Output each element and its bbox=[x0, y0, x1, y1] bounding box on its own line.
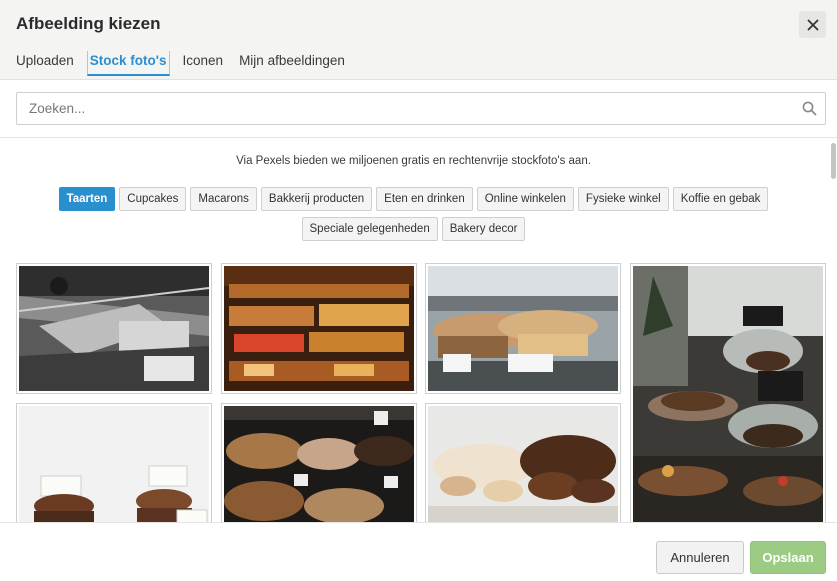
stock-photo[interactable] bbox=[425, 403, 621, 522]
category-eten-en-drinken[interactable]: Eten en drinken bbox=[376, 187, 473, 211]
photo-image bbox=[224, 266, 414, 391]
category-macarons[interactable]: Macarons bbox=[190, 187, 257, 211]
category-taarten[interactable]: Taarten bbox=[58, 187, 116, 211]
category-filters: Taarten Cupcakes Macarons Bakkerij produ… bbox=[0, 187, 827, 241]
tab-mijn-afbeeldingen[interactable]: Mijn afbeeldingen bbox=[239, 51, 345, 76]
photo-image bbox=[633, 266, 823, 522]
intro-text: Via Pexels bieden we miljoenen gratis en… bbox=[236, 155, 591, 167]
search-icon[interactable] bbox=[802, 101, 817, 116]
dialog-header: Afbeelding kiezen Uploaden Stock foto's … bbox=[0, 0, 837, 80]
stock-photo[interactable] bbox=[425, 263, 621, 394]
tab-stock-fotos[interactable]: Stock foto's bbox=[86, 51, 170, 76]
stock-photo[interactable] bbox=[630, 263, 826, 522]
close-icon bbox=[807, 19, 818, 30]
photo-image bbox=[224, 406, 414, 522]
tab-iconen[interactable]: Iconen bbox=[183, 51, 224, 76]
dialog-title: Afbeelding kiezen bbox=[16, 14, 161, 33]
category-bakery-decor[interactable]: Bakery decor bbox=[441, 217, 526, 241]
photo-grid bbox=[16, 263, 826, 522]
photo-image bbox=[19, 406, 209, 522]
category-fysieke-winkel[interactable]: Fysieke winkel bbox=[577, 187, 669, 211]
category-bakkerij-producten[interactable]: Bakkerij producten bbox=[260, 187, 373, 211]
stock-photo[interactable] bbox=[16, 403, 212, 522]
search-input[interactable] bbox=[17, 93, 777, 124]
stock-photo-panel: Via Pexels bieden we miljoenen gratis en… bbox=[0, 139, 837, 522]
category-koffie-en-gebak[interactable]: Koffie en gebak bbox=[672, 187, 769, 211]
search-box bbox=[16, 92, 826, 125]
tab-uploaden[interactable]: Uploaden bbox=[16, 51, 74, 76]
stock-photo[interactable] bbox=[16, 263, 212, 394]
dialog-footer: Annuleren Opslaan bbox=[0, 522, 837, 581]
category-cupcakes[interactable]: Cupcakes bbox=[119, 187, 187, 211]
stock-photo[interactable] bbox=[221, 403, 417, 522]
stock-photo[interactable] bbox=[221, 263, 417, 394]
photo-image bbox=[428, 406, 618, 522]
photo-image bbox=[19, 266, 209, 391]
cancel-button[interactable]: Annuleren bbox=[656, 541, 744, 574]
save-button[interactable]: Opslaan bbox=[750, 541, 826, 574]
photo-image bbox=[428, 266, 618, 391]
close-button[interactable] bbox=[799, 11, 826, 38]
search-area bbox=[0, 80, 837, 138]
category-online-winkelen[interactable]: Online winkelen bbox=[476, 187, 574, 211]
category-speciale-gelegenheden[interactable]: Speciale gelegenheden bbox=[301, 217, 438, 241]
tab-bar: Uploaden Stock foto's Iconen Mijn afbeel… bbox=[16, 51, 361, 76]
scrollbar[interactable] bbox=[831, 143, 836, 179]
